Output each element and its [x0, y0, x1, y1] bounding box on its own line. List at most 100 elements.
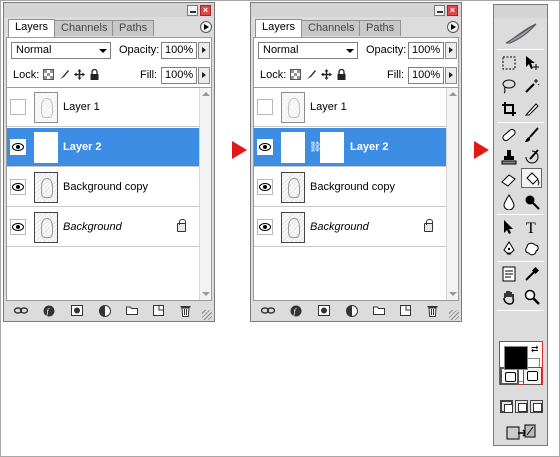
custom-shape-tool-icon[interactable]	[522, 239, 543, 259]
adjustment-layer-icon[interactable]	[99, 305, 111, 317]
new-layer-icon[interactable]	[153, 305, 165, 316]
lock-all-icon[interactable]	[336, 68, 347, 80]
lock-brush-icon[interactable]	[306, 69, 317, 80]
opacity-slider-button[interactable]	[198, 42, 210, 59]
layer-mask-thumbnail[interactable]	[320, 132, 344, 163]
type-tool-icon[interactable]: T	[522, 217, 543, 237]
opacity-field[interactable]: 100%	[408, 42, 444, 59]
lock-transparency-icon[interactable]	[290, 69, 301, 80]
layer-list-scrollbar[interactable]	[199, 88, 211, 300]
lock-brush-icon[interactable]	[59, 69, 70, 80]
move-tool-icon[interactable]	[522, 53, 543, 73]
layer-row[interactable]: Background copy	[254, 168, 446, 207]
opacity-field[interactable]: 100%	[161, 42, 197, 59]
marquee-tool-icon[interactable]	[499, 53, 520, 73]
zoom-tool-icon[interactable]	[522, 287, 543, 307]
crop-tool-icon[interactable]	[499, 99, 520, 119]
resize-grip[interactable]	[449, 310, 459, 320]
visibility-toggle[interactable]	[257, 219, 273, 235]
clone-stamp-tool-icon[interactable]	[499, 147, 520, 167]
feather-logo-icon[interactable]	[504, 21, 538, 47]
tab-paths[interactable]: Paths	[112, 20, 155, 36]
add-mask-icon[interactable]	[71, 305, 83, 316]
layer-row-selected[interactable]: Layer 2	[7, 128, 199, 167]
dodge-tool-icon[interactable]	[522, 192, 543, 212]
layer-row[interactable]: Layer 1	[7, 88, 199, 127]
visibility-toggle[interactable]	[10, 99, 26, 115]
lock-transparency-icon[interactable]	[43, 69, 54, 80]
link-layers-icon[interactable]	[13, 305, 29, 316]
slice-tool-icon[interactable]	[522, 99, 543, 119]
blend-mode-select[interactable]: Normal	[11, 42, 111, 59]
layer-row-selected[interactable]: ⛓ Layer 2	[254, 128, 446, 167]
magic-wand-tool-icon[interactable]	[522, 76, 543, 96]
path-selection-tool-icon[interactable]	[499, 217, 520, 237]
history-brush-tool-icon[interactable]	[522, 147, 543, 167]
tab-layers[interactable]: Layers	[8, 19, 56, 37]
healing-brush-tool-icon[interactable]	[499, 125, 520, 145]
visibility-toggle[interactable]	[257, 179, 273, 195]
adjustment-layer-icon[interactable]	[346, 305, 358, 317]
link-layers-icon[interactable]	[260, 305, 276, 316]
standard-screen-mode-button[interactable]	[500, 400, 513, 413]
blend-mode-select[interactable]: Normal	[258, 42, 358, 59]
visibility-toggle[interactable]	[10, 219, 26, 235]
lock-move-icon[interactable]	[74, 69, 85, 80]
full-screen-menu-mode-button[interactable]	[515, 400, 528, 413]
scroll-down-icon[interactable]	[202, 292, 210, 296]
tab-channels[interactable]: Channels	[54, 20, 115, 36]
scroll-up-icon[interactable]	[202, 92, 210, 96]
trash-icon[interactable]	[180, 305, 192, 317]
swap-colors-icon[interactable]: ⇄	[531, 344, 539, 355]
resize-grip[interactable]	[202, 310, 212, 320]
visibility-toggle[interactable]	[257, 99, 273, 115]
tab-layers[interactable]: Layers	[255, 19, 303, 37]
trash-icon[interactable]	[427, 305, 439, 317]
folder-icon[interactable]	[373, 305, 385, 316]
eraser-tool-icon[interactable]	[499, 169, 520, 189]
paint-bucket-tool-icon[interactable]	[521, 168, 542, 188]
minimize-button[interactable]	[187, 5, 198, 16]
layer-list-scrollbar[interactable]	[446, 88, 458, 300]
tab-channels[interactable]: Channels	[301, 20, 362, 36]
toolbox-titlebar[interactable]	[494, 5, 547, 18]
eyedropper-tool-icon[interactable]	[522, 264, 543, 284]
palette-titlebar[interactable]: ×	[4, 3, 214, 17]
scroll-up-icon[interactable]	[449, 92, 457, 96]
fill-slider-button[interactable]	[198, 67, 210, 84]
jump-to-imageready-icon[interactable]	[506, 423, 536, 441]
layer-row[interactable]: Background	[7, 208, 199, 247]
layer-row[interactable]: Layer 1	[254, 88, 446, 127]
layer-row[interactable]: Background copy	[7, 168, 199, 207]
foreground-color-swatch[interactable]	[504, 346, 528, 370]
tab-paths[interactable]: Paths	[359, 20, 402, 36]
new-layer-icon[interactable]	[400, 305, 412, 316]
palette-titlebar[interactable]: ×	[251, 3, 461, 17]
lock-all-icon[interactable]	[89, 68, 100, 80]
add-mask-icon[interactable]	[318, 305, 330, 316]
close-button[interactable]: ×	[447, 5, 458, 16]
layer-style-icon[interactable]: f	[290, 305, 302, 317]
full-screen-mode-button[interactable]	[530, 400, 543, 413]
minimize-button[interactable]	[434, 5, 445, 16]
layer-row[interactable]: Background	[254, 208, 446, 247]
hand-tool-icon[interactable]	[499, 287, 520, 307]
visibility-toggle[interactable]	[257, 139, 273, 155]
visibility-toggle[interactable]	[10, 139, 26, 155]
palette-menu-icon[interactable]	[200, 21, 212, 33]
visibility-toggle[interactable]	[10, 179, 26, 195]
fill-field[interactable]: 100%	[408, 67, 444, 84]
pen-tool-icon[interactable]	[499, 239, 520, 259]
blur-tool-icon[interactable]	[499, 192, 520, 212]
fill-field[interactable]: 100%	[161, 67, 197, 84]
layer-style-icon[interactable]: f	[43, 305, 55, 317]
folder-icon[interactable]	[126, 305, 138, 316]
lasso-tool-icon[interactable]	[499, 76, 520, 96]
lock-move-icon[interactable]	[321, 69, 332, 80]
scroll-down-icon[interactable]	[449, 292, 457, 296]
fill-slider-button[interactable]	[445, 67, 457, 84]
palette-menu-icon[interactable]	[447, 21, 459, 33]
notes-tool-icon[interactable]	[499, 264, 520, 284]
opacity-slider-button[interactable]	[445, 42, 457, 59]
close-button[interactable]: ×	[200, 5, 211, 16]
